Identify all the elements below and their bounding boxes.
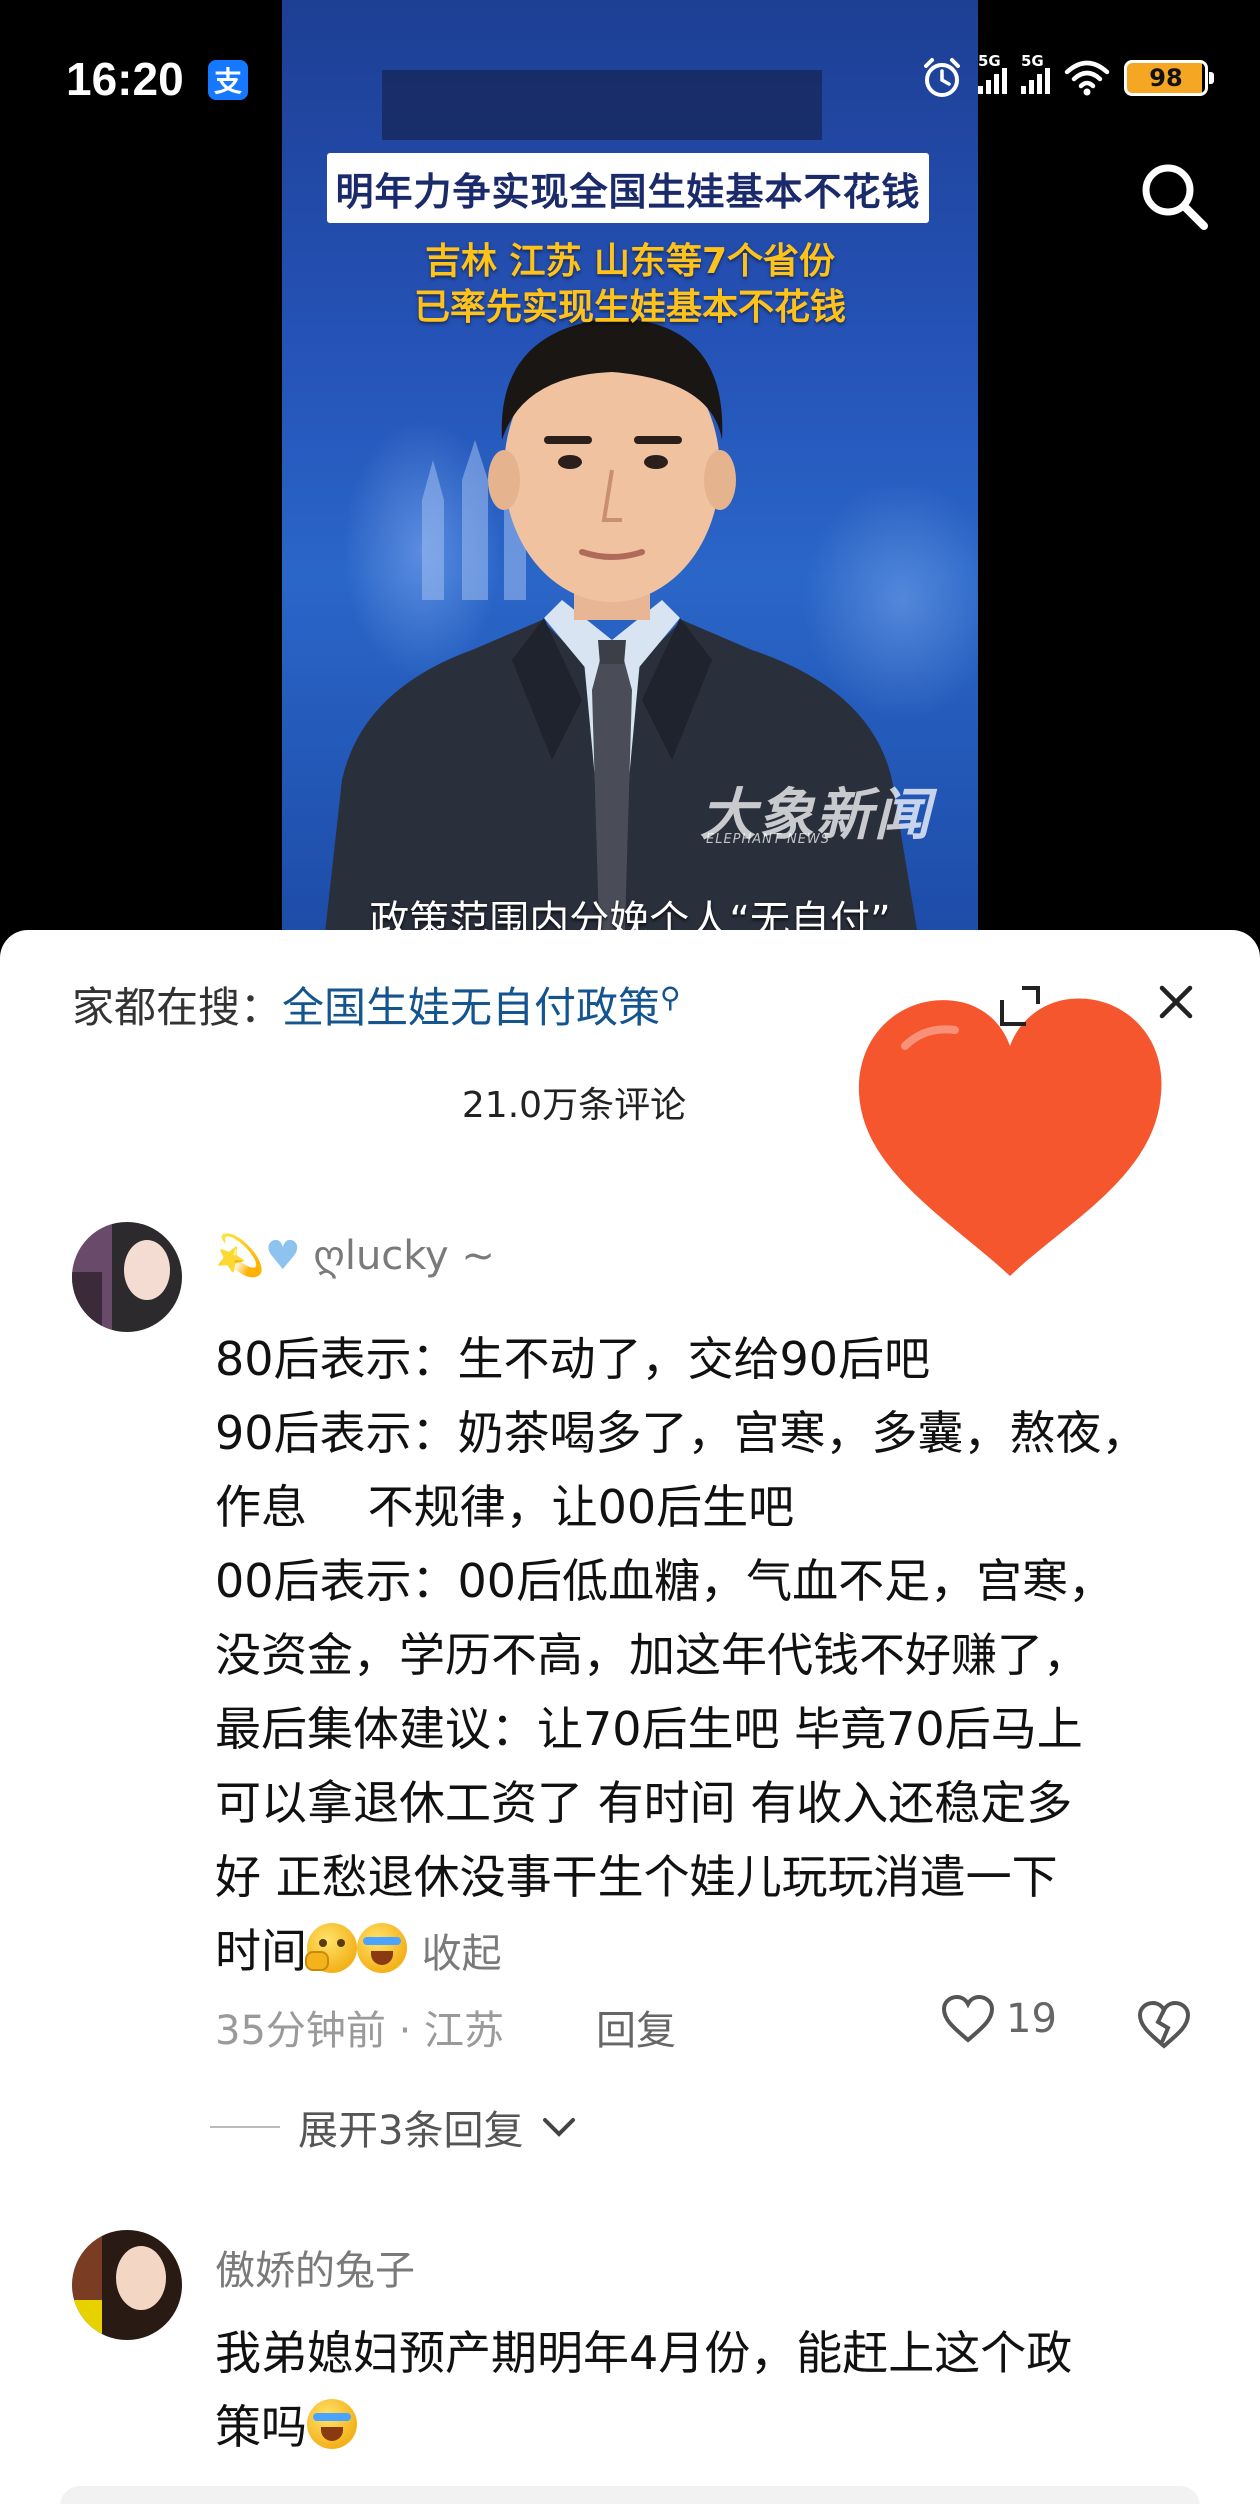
crying-emoji-icon xyxy=(357,1923,407,1973)
search-small-icon: ⚲ xyxy=(660,981,681,1014)
comment-line: 作息 不规律，让00后生吧 xyxy=(215,1480,795,1534)
comment-username[interactable]: 💫♥ ღlucky ~ xyxy=(215,1232,495,1279)
comment-line: 我弟媳妇预产期明年4月份，能赶上这个政 xyxy=(215,2326,1073,2380)
crying-emoji-icon xyxy=(307,2399,357,2449)
video-headline: 明年力争实现全国生娃基本不花钱 xyxy=(327,153,929,223)
avatar[interactable] xyxy=(72,2230,182,2340)
avatar[interactable] xyxy=(72,1222,182,1332)
username-text: ღlucky xyxy=(313,1233,449,1279)
signal-label: 5G xyxy=(1021,52,1044,70)
expand-replies-button[interactable]: 展开3条回复 xyxy=(210,2098,577,2156)
comments-panel: 家都在搜：全国生娃无自付政策⚲ 21.0万条评论 💫♥ ღlucky ~ 80后… xyxy=(0,930,1260,2504)
signal-icon: 5G xyxy=(978,52,1007,94)
wifi-icon xyxy=(1064,60,1110,96)
comment-line: 策吗 xyxy=(215,2390,1215,2464)
heart-sticker xyxy=(858,998,1162,1276)
comment-line: 没资金，学历不高，加这年代钱不好赚了， xyxy=(215,1628,1089,1682)
comment-time-location: 35分钟前 · 江苏 xyxy=(215,2008,505,2054)
status-icons: 5G 5G 98 xyxy=(920,52,1214,100)
alarm-icon xyxy=(924,58,960,97)
like-button[interactable]: 19 xyxy=(940,1994,1057,2044)
cute-face-icon: ~ xyxy=(461,1233,495,1279)
sparkle-icon: 💫 xyxy=(215,1233,265,1279)
signal-icon: 5G xyxy=(1021,52,1050,94)
comment-line: 好 正愁退休没事干生个娃儿玩玩消遣一下 xyxy=(215,1850,1058,1904)
trending-search[interactable]: 家都在搜：全国生娃无自付政策⚲ xyxy=(72,974,681,1035)
trending-search-prefix: 家都在搜： xyxy=(72,983,283,1032)
blue-heart-icon: ♥ xyxy=(264,1233,301,1279)
comment-line-text: 策吗 xyxy=(215,2400,307,2454)
signal-label: 5G xyxy=(978,52,1001,70)
comment-line: 00后表示：00后低血糖，气血不足，宫寒， xyxy=(215,1554,1115,1608)
bottom-input-bar[interactable] xyxy=(60,2486,1200,2504)
comment-line: 时间 收起 xyxy=(215,1914,1215,1991)
expand-icon[interactable] xyxy=(998,984,1042,1028)
reply-button[interactable]: 回复 xyxy=(596,1998,676,2056)
divider xyxy=(210,2126,280,2128)
search-icon[interactable] xyxy=(1134,156,1214,236)
chevron-down-icon xyxy=(543,2118,576,2137)
thinking-emoji-icon xyxy=(305,1923,357,1973)
comment-line: 80后表示：生不动了，交给90后吧 xyxy=(215,1332,931,1386)
comment-line: 90后表示：奶茶喝多了，宫寒，多囊，熬夜， xyxy=(215,1406,1148,1460)
comment-count: 21.0万条评论 xyxy=(0,1076,1260,1128)
alipay-icon: 支 xyxy=(208,60,248,100)
expand-replies-label: 展开3条回复 xyxy=(298,2108,524,2154)
news-watermark-sub: ELEPHANT NEWS xyxy=(706,832,831,847)
comment-username[interactable]: 傲娇的兔子 xyxy=(215,2238,415,2296)
collapse-button[interactable]: 收起 xyxy=(422,1931,502,1977)
battery-icon: 98 xyxy=(1124,60,1214,96)
comment-body: 80后表示：生不动了，交给90后吧 90后表示：奶茶喝多了，宫寒，多囊，熬夜， … xyxy=(215,1322,1215,1991)
comment-line: 可以拿退休工资了 有时间 有收入还稳定多 xyxy=(215,1776,1073,1830)
comment-line-text: 时间 xyxy=(215,1924,307,1978)
comment-count-label: 21.0万条评论 xyxy=(461,1085,687,1126)
like-count: 19 xyxy=(1006,1996,1057,2042)
heart-outline-icon xyxy=(941,1994,995,2043)
video-subtitle-line1: 吉林 江苏 山东等7个省份 xyxy=(424,241,836,282)
comment-body: 我弟媳妇预产期明年4月份，能赶上这个政 策吗 xyxy=(215,2316,1215,2464)
status-time: 16:20 xyxy=(66,53,184,105)
comment-line: 最后集体建议：让70后生吧 毕竟70后马上 xyxy=(215,1702,1083,1756)
dislike-icon[interactable] xyxy=(1136,2000,1192,2050)
trending-search-query[interactable]: 全国生娃无自付政策 xyxy=(282,983,660,1032)
video-player[interactable]: 明年力争实现全国生娃基本不花钱 吉林 江苏 山东等7个省份 已率先实现生娃基本不… xyxy=(0,0,1260,960)
video-subtitle-line2: 已率先实现生娃基本不花钱 xyxy=(413,287,846,328)
close-icon[interactable] xyxy=(1156,982,1196,1022)
